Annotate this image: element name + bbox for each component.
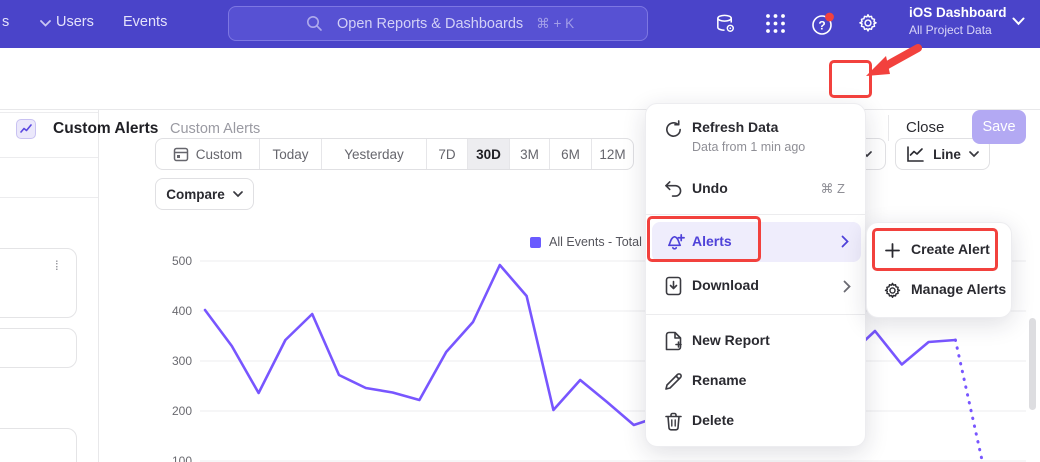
plus-icon [885, 243, 900, 258]
range-yesterday[interactable]: Yesterday [321, 139, 426, 169]
menu-label: Undo [692, 180, 728, 196]
range-label: 12M [599, 147, 625, 162]
chevron-down-icon [969, 151, 979, 158]
undo-icon [664, 180, 683, 197]
submenu-item-create-alert[interactable]: Create Alert [867, 231, 1013, 271]
help-icon[interactable]: ? [811, 12, 835, 36]
chevron-down-icon [40, 20, 51, 27]
range-30d-selected[interactable]: 30D [467, 139, 509, 169]
submenu-label: Manage Alerts [911, 281, 1006, 297]
range-label: 7D [438, 147, 455, 162]
menu-item-download[interactable]: Download [646, 267, 867, 307]
alert-bell-plus-icon [665, 232, 686, 252]
compare-button[interactable]: Compare [155, 178, 254, 210]
alerts-submenu: Create Alert Manage Alerts [866, 222, 1012, 318]
refresh-icon [664, 120, 683, 139]
trash-icon [665, 412, 682, 431]
new-report-icon [665, 331, 682, 351]
report-type-icon [16, 119, 36, 139]
project-scope: All Project Data [909, 23, 992, 37]
save-button[interactable]: Save [972, 110, 1026, 144]
range-12m[interactable]: 12M [591, 139, 633, 169]
menu-sublabel: Data from 1 min ago [692, 140, 805, 154]
search-icon [306, 15, 323, 32]
nav-item-events[interactable]: Events [123, 14, 167, 30]
data-management-icon[interactable] [714, 12, 737, 35]
range-today[interactable]: Today [259, 139, 321, 169]
menu-shortcut: ⌘ Z [820, 181, 845, 197]
line-chart-icon [906, 146, 925, 163]
search-shortcut: ⌘ + K [536, 16, 574, 32]
menu-separator [646, 314, 865, 315]
range-custom[interactable]: Custom [156, 139, 259, 169]
report-header: Custom Alerts Custom Alerts GV Duplicate… [0, 48, 1040, 110]
search-placeholder: Open Reports & Dashboards [337, 16, 523, 32]
range-label: 6M [561, 147, 580, 162]
chart-type-label: Line [933, 147, 961, 162]
menu-label: Download [692, 277, 759, 293]
manage-gear-icon [883, 281, 902, 300]
svg-text:200: 200 [172, 404, 192, 418]
range-label: 3M [520, 147, 539, 162]
compare-label: Compare [166, 187, 225, 202]
pencil-icon [664, 372, 683, 391]
menu-label: Alerts [692, 233, 732, 249]
range-7d[interactable]: 7D [426, 139, 467, 169]
menu-item-undo[interactable]: Undo ⌘ Z [646, 169, 867, 209]
range-label: Custom [196, 147, 243, 162]
menu-item-alerts[interactable]: Alerts [652, 222, 861, 262]
menu-label: Delete [692, 412, 734, 428]
range-label: 30D [476, 147, 501, 162]
submenu-item-manage-alerts[interactable]: Manage Alerts [867, 271, 1013, 311]
svg-text:400: 400 [172, 304, 192, 318]
range-label: Yesterday [344, 147, 404, 162]
menu-item-rename[interactable]: Rename [646, 362, 867, 402]
nav-item-clipped[interactable]: s [2, 14, 9, 30]
calendar-icon [173, 146, 189, 162]
top-navbar: s Users Events Open Reports & Dashboards… [0, 0, 1040, 48]
date-range-selector: Custom Today Yesterday 7D 30D 3M 6M 12M [155, 138, 634, 170]
project-chevron-down-icon[interactable] [1012, 17, 1025, 26]
menu-item-new-report[interactable]: New Report [646, 322, 867, 362]
menu-separator [646, 214, 865, 215]
menu-label: New Report [692, 332, 770, 348]
page-title: Custom Alerts [53, 120, 158, 138]
menu-item-delete[interactable]: Delete [646, 402, 867, 442]
range-6m[interactable]: 6M [549, 139, 591, 169]
menu-item-refresh-data[interactable]: Refresh Data Data from 1 min ago [646, 113, 867, 165]
close-button[interactable]: Close [906, 119, 944, 136]
project-name[interactable]: iOS Dashboard [909, 5, 1007, 20]
header-divider [888, 115, 889, 141]
range-label: Today [272, 147, 308, 162]
chevron-right-icon [843, 280, 851, 293]
report-context-menu: Refresh Data Data from 1 min ago Undo ⌘ … [645, 103, 866, 447]
breadcrumb[interactable]: Custom Alerts [170, 121, 260, 137]
svg-text:100: 100 [172, 454, 192, 462]
chevron-down-icon [233, 191, 243, 198]
range-3m[interactable]: 3M [509, 139, 549, 169]
download-icon [665, 276, 682, 296]
apps-grid-icon[interactable] [765, 13, 786, 34]
app-root: s Users Events Open Reports & Dashboards… [0, 0, 1040, 462]
svg-text:300: 300 [172, 354, 192, 368]
submenu-label: Create Alert [911, 241, 990, 257]
svg-text:?: ? [818, 19, 825, 33]
chevron-right-icon [841, 235, 849, 248]
menu-label: Rename [692, 372, 746, 388]
nav-item-users[interactable]: Users [56, 14, 94, 30]
settings-gear-icon[interactable] [857, 12, 879, 34]
menu-label: Refresh Data [692, 119, 778, 135]
search-input[interactable]: Open Reports & Dashboards ⌘ + K [228, 6, 648, 41]
svg-text:500: 500 [172, 254, 192, 268]
scrollbar-thumb[interactable] [1029, 318, 1036, 410]
